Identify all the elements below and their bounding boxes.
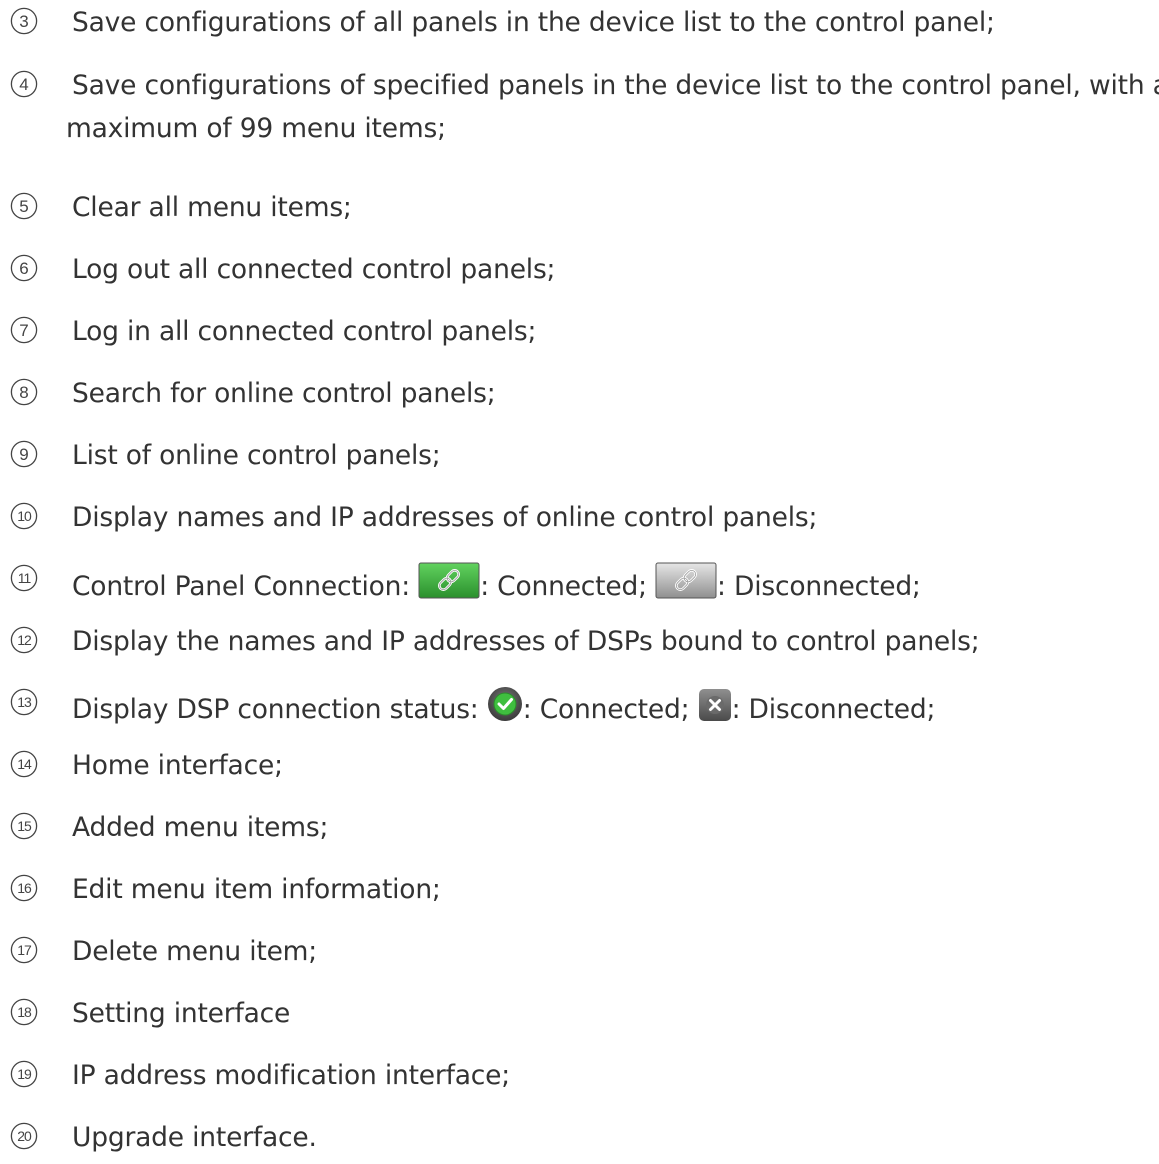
svg-text:8: 8 [19, 383, 28, 402]
item-text: IP address modification interface; [72, 1058, 510, 1101]
item-text-line: Log in all connected control panels; [72, 316, 537, 347]
circled-number-6: 6 [9, 253, 39, 283]
item-text: Log in all connected control panels; [72, 314, 536, 357]
label-text: Display DSP connection status: [72, 694, 487, 725]
circled-number-18: 18 [9, 997, 39, 1027]
label-text: Control Panel Connection: [72, 571, 419, 602]
item-text: Home interface; [72, 748, 283, 791]
item-text: Display DSP connection status: : Connect… [72, 686, 935, 729]
svg-text:5: 5 [19, 197, 28, 216]
item-text-line: IP address modification interface; [72, 1060, 510, 1091]
item-text-line: Control Panel Connection: : Connected; :… [72, 562, 921, 605]
item-text-line: Save configurations of specified panels … [72, 70, 1159, 101]
svg-text:20: 20 [17, 1128, 32, 1144]
svg-text:15: 15 [17, 818, 32, 834]
connected-label: : Connected; [480, 571, 656, 602]
svg-text:14: 14 [17, 756, 32, 772]
circled-number-7: 7 [9, 315, 39, 345]
green-link-icon [418, 562, 480, 599]
item-text: Display names and IP addresses of online… [72, 500, 817, 543]
item-text-line: maximum of 99 menu items; [66, 113, 446, 144]
item-text: Save configurations of all panels in the… [72, 5, 995, 48]
svg-text:9: 9 [19, 445, 28, 464]
item-text: Control Panel Connection: : Connected; :… [72, 562, 921, 605]
circled-number-14: 14 [9, 749, 39, 779]
item-text-line: Search for online control panels; [72, 378, 496, 409]
circled-number-4: 4 [9, 69, 39, 99]
circled-number-19: 19 [9, 1059, 39, 1089]
item-text-line: Display DSP connection status: : Connect… [72, 686, 935, 729]
item-text-line: Setting interface [72, 998, 291, 1029]
item-text: Search for online control panels; [72, 376, 496, 419]
item-text-line: Display the names and IP addresses of DS… [72, 626, 980, 657]
item-text-line: Home interface; [72, 750, 283, 781]
item-text: Upgrade interface. [72, 1120, 317, 1163]
item-text: Clear all menu items; [72, 190, 352, 233]
svg-text:12: 12 [17, 632, 32, 648]
svg-text:4: 4 [19, 75, 28, 94]
connected-label: : Connected; [522, 694, 698, 725]
circled-number-5: 5 [9, 191, 39, 221]
svg-text:18: 18 [17, 1004, 32, 1020]
item-text: List of online control panels; [72, 438, 441, 481]
item-text-line: Added menu items; [72, 812, 329, 843]
svg-text:10: 10 [17, 508, 32, 524]
item-text-line: Log out all connected control panels; [72, 254, 556, 285]
circled-number-20: 20 [9, 1121, 39, 1151]
svg-text:6: 6 [19, 259, 28, 278]
circled-number-8: 8 [9, 377, 39, 407]
item-text: Edit menu item information; [72, 872, 441, 915]
circled-number-13: 13 [9, 687, 39, 717]
circled-number-9: 9 [9, 439, 39, 469]
item-text: Log out all connected control panels; [72, 252, 555, 295]
circled-number-3: 3 [9, 6, 39, 36]
item-text: Display the names and IP addresses of DS… [72, 624, 980, 667]
item-text-line: Clear all menu items; [72, 192, 352, 223]
green-check-icon [487, 686, 523, 722]
disconnected-label: : Disconnected; [717, 571, 921, 602]
item-text-line: Display names and IP addresses of online… [72, 502, 818, 533]
item-text-line: List of online control panels; [72, 440, 441, 471]
item-text-line: Delete menu item; [72, 936, 318, 967]
item-text-line: Upgrade interface. [72, 1122, 317, 1153]
circled-number-10: 10 [9, 501, 39, 531]
svg-text:11: 11 [18, 570, 32, 586]
item-text: Delete menu item; [72, 934, 317, 977]
document-page: 3 Save configurations of all panels in th… [0, 0, 1159, 1164]
item-text: Save configurations of specified panels … [66, 68, 1159, 154]
circled-number-11: 11 [9, 563, 39, 593]
circled-number-17: 17 [9, 935, 39, 965]
svg-text:16: 16 [17, 880, 32, 896]
item-text: Setting interface [72, 996, 290, 1039]
grey-x-icon [698, 688, 732, 722]
disconnected-label: : Disconnected; [731, 694, 936, 725]
grey-link-icon [655, 562, 717, 599]
item-text: Added menu items; [72, 810, 328, 853]
item-text-line: Save configurations of all panels in the… [72, 7, 995, 38]
svg-text:3: 3 [19, 12, 28, 31]
svg-text:7: 7 [19, 321, 28, 340]
svg-text:13: 13 [17, 694, 32, 710]
svg-text:19: 19 [17, 1066, 32, 1082]
circled-number-15: 15 [9, 811, 39, 841]
circled-number-12: 12 [9, 625, 39, 655]
circled-number-16: 16 [9, 873, 39, 903]
svg-text:17: 17 [17, 942, 32, 958]
item-text-line: Edit menu item information; [72, 874, 441, 905]
